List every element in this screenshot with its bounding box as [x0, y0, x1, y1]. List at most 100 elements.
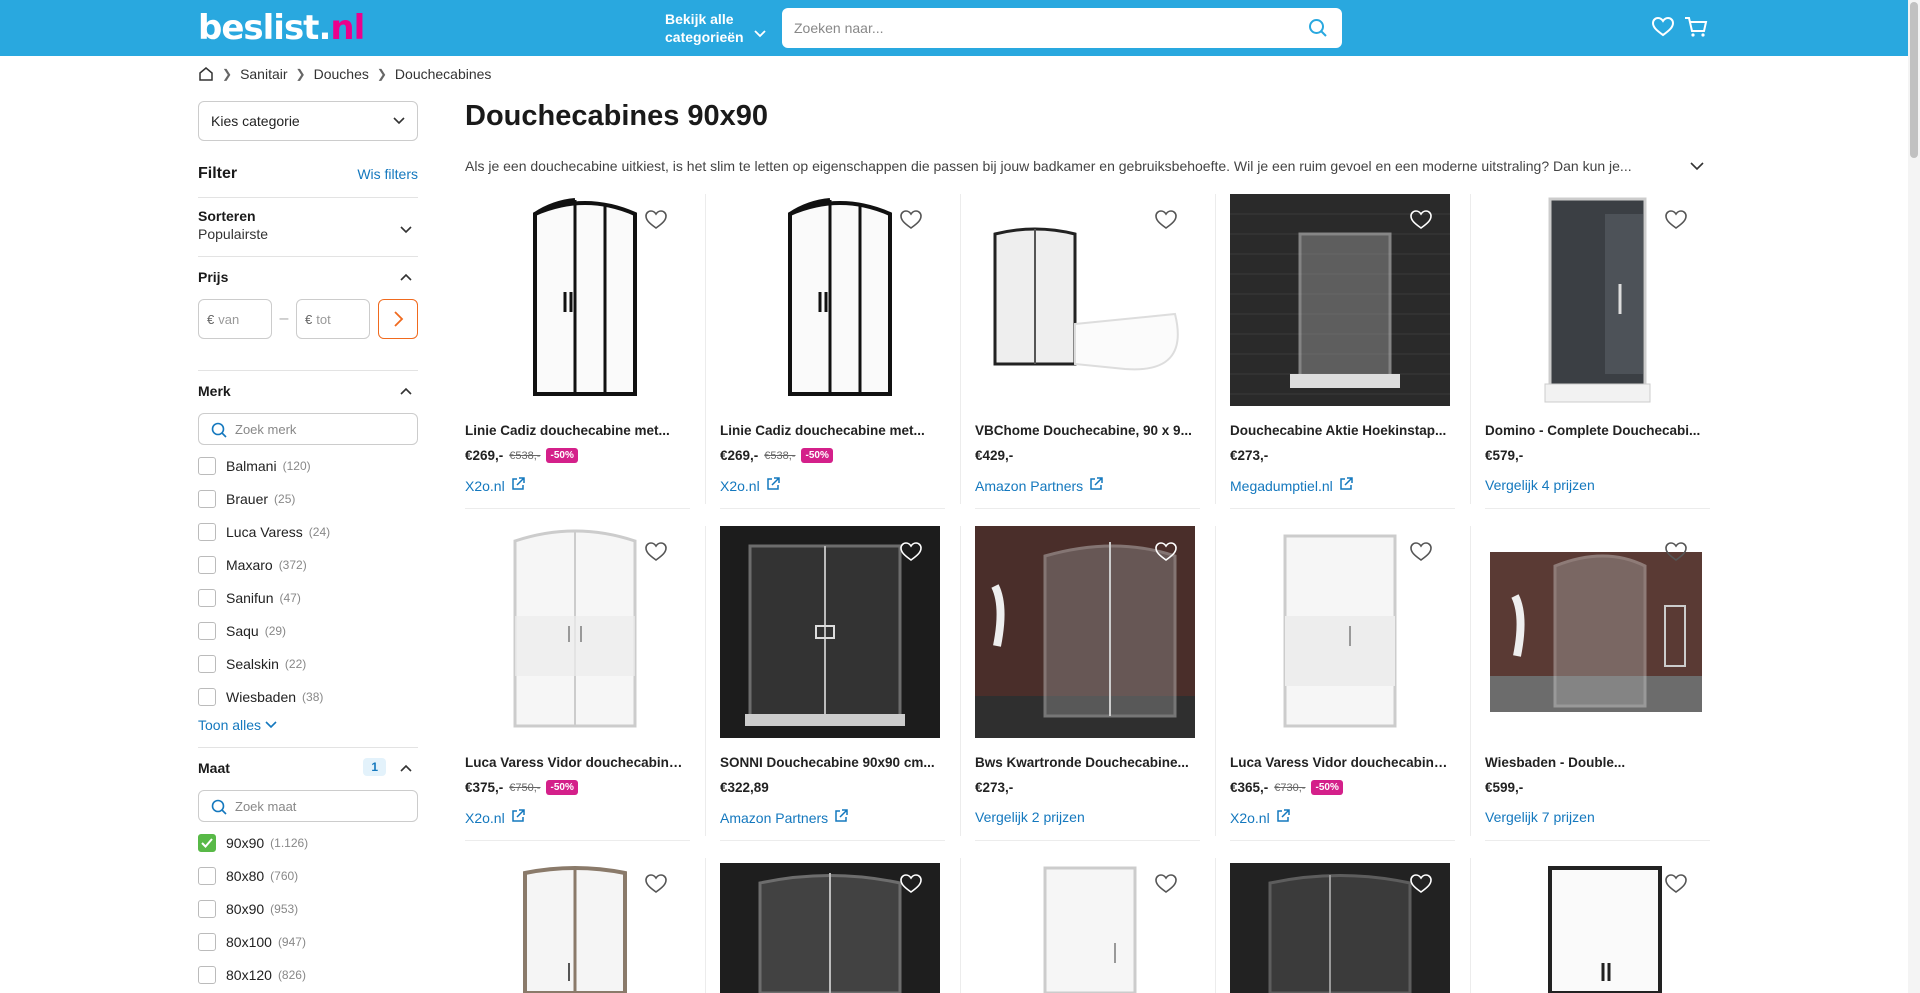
favorite-heart-icon[interactable] — [1155, 210, 1177, 235]
price-title[interactable]: Prijs — [198, 257, 418, 285]
brand-search-input[interactable]: Zoek merk — [198, 413, 418, 445]
brand-option[interactable]: Saqu (29) — [198, 614, 418, 647]
sort-section[interactable]: Sorteren Populairste — [198, 197, 418, 242]
favorite-heart-icon[interactable] — [900, 542, 922, 567]
product-title[interactable]: Domino - Complete Douchecabi... — [1485, 423, 1705, 438]
size-option[interactable]: 80x90 (953) — [198, 892, 418, 925]
clear-filters-link[interactable]: Wis filters — [357, 166, 418, 182]
product-card[interactable]: Wiesbaden - Double... €599,- Vergelijk 7… — [1485, 526, 1705, 842]
favorite-heart-icon[interactable] — [1665, 210, 1687, 235]
product-title[interactable]: Bws Kwartronde Douchecabine... — [975, 755, 1195, 770]
shop-link[interactable]: Megadumptiel.nl — [1230, 477, 1353, 494]
brand-option[interactable]: Maxaro (372) — [198, 548, 418, 581]
brand-title[interactable]: Merk — [198, 371, 418, 399]
product-card[interactable] — [720, 858, 940, 993]
product-card[interactable]: Luca Varess Vidor douchecabine... €365,-… — [1230, 526, 1450, 842]
chevron-up-icon[interactable] — [400, 273, 412, 281]
size-option[interactable]: 80x80 (760) — [198, 859, 418, 892]
product-title[interactable]: Linie Cadiz douchecabine met... — [465, 423, 685, 438]
favorite-heart-icon[interactable] — [1665, 542, 1687, 567]
breadcrumb-sanitair[interactable]: Sanitair — [240, 66, 287, 82]
favorite-heart-icon[interactable] — [1155, 542, 1177, 567]
favorite-heart-icon[interactable] — [1410, 874, 1432, 899]
favorite-heart-icon[interactable] — [645, 210, 667, 235]
product-title[interactable]: Linie Cadiz douchecabine met... — [720, 423, 940, 438]
favorite-heart-icon[interactable] — [900, 874, 922, 899]
shop-link[interactable]: Vergelijk 2 prijzen — [975, 809, 1085, 825]
checkbox[interactable] — [198, 654, 216, 673]
product-card[interactable] — [465, 858, 685, 993]
favorite-heart-icon[interactable] — [645, 542, 667, 567]
brand-option[interactable]: Luca Varess (24) — [198, 515, 418, 548]
page-scrollbar[interactable] — [1908, 0, 1920, 993]
favorite-heart-icon[interactable] — [1665, 874, 1687, 899]
breadcrumb-douches[interactable]: Douches — [314, 66, 369, 82]
shop-link[interactable]: Vergelijk 7 prijzen — [1485, 809, 1595, 825]
search-input[interactable] — [794, 8, 1294, 48]
product-title[interactable]: VBChome Douchecabine, 90 x 9... — [975, 423, 1195, 438]
favorite-heart-icon[interactable] — [645, 874, 667, 899]
checkbox[interactable] — [198, 932, 216, 951]
checkbox[interactable] — [198, 965, 216, 984]
breadcrumb-douchecabines[interactable]: Douchecabines — [395, 66, 492, 82]
product-card[interactable]: Linie Cadiz douchecabine met... €269,- €… — [465, 194, 685, 510]
price-to-input[interactable]: € tot — [296, 299, 370, 339]
beslist-logo[interactable]: beslist.nl — [198, 8, 365, 48]
search-icon[interactable] — [1308, 18, 1328, 38]
product-card[interactable]: Douchecabine Aktie Hoekinstap... €273,- … — [1230, 194, 1450, 510]
product-card[interactable] — [1485, 858, 1705, 993]
expand-intro-chevron-icon[interactable] — [1690, 161, 1704, 171]
product-title[interactable]: SONNI Douchecabine 90x90 cm... — [720, 755, 940, 770]
checkbox-checked[interactable] — [198, 833, 216, 852]
checkbox[interactable] — [198, 687, 216, 706]
home-icon[interactable] — [198, 66, 214, 82]
product-card[interactable] — [975, 858, 1195, 993]
checkbox[interactable] — [198, 899, 216, 918]
size-option[interactable]: 80x100 (947) — [198, 925, 418, 958]
shop-link[interactable]: X2o.nl — [720, 477, 780, 494]
shop-link[interactable]: Amazon Partners — [975, 477, 1103, 494]
product-card[interactable]: VBChome Douchecabine, 90 x 9... €429,- A… — [975, 194, 1195, 510]
price-apply-button[interactable] — [378, 299, 418, 339]
shop-link[interactable]: Amazon Partners — [720, 809, 848, 826]
favorite-heart-icon[interactable] — [1155, 874, 1177, 899]
shop-link[interactable]: X2o.nl — [465, 809, 525, 826]
brand-option[interactable]: Sealskin (22) — [198, 647, 418, 680]
favorite-heart-icon[interactable] — [900, 210, 922, 235]
product-title[interactable]: Douchecabine Aktie Hoekinstap... — [1230, 423, 1450, 438]
checkbox[interactable] — [198, 489, 216, 508]
product-card[interactable] — [1230, 858, 1450, 993]
size-search-input[interactable]: Zoek maat — [198, 790, 418, 822]
brand-option[interactable]: Balmani (120) — [198, 449, 418, 482]
favorite-heart-icon[interactable] — [1410, 210, 1432, 235]
checkbox[interactable] — [198, 522, 216, 541]
product-card[interactable]: Bws Kwartronde Douchecabine... €273,- Ve… — [975, 526, 1195, 842]
shop-link[interactable]: Vergelijk 4 prijzen — [1485, 477, 1595, 493]
product-card[interactable]: Domino - Complete Douchecabi... €579,- V… — [1485, 194, 1705, 510]
checkbox[interactable] — [198, 621, 216, 640]
checkbox[interactable] — [198, 866, 216, 885]
chevron-up-icon[interactable] — [400, 387, 412, 395]
brand-option[interactable]: Brauer (25) — [198, 482, 418, 515]
brand-option[interactable]: Wiesbaden (38) — [198, 680, 418, 713]
brand-option[interactable]: Sanifun (47) — [198, 581, 418, 614]
show-all-brands-link[interactable]: Toon alles — [198, 717, 418, 733]
product-title[interactable]: Luca Varess Vidor douchecabine... — [1230, 755, 1450, 770]
shop-link[interactable]: X2o.nl — [1230, 809, 1290, 826]
product-card[interactable]: Luca Varess Vidor douchecabine... €375,-… — [465, 526, 685, 842]
checkbox[interactable] — [198, 456, 216, 475]
all-categories-button[interactable]: Bekijk alle categorieën — [665, 10, 766, 46]
size-option[interactable]: 90x90 (1.126) — [198, 826, 418, 859]
product-title[interactable]: Luca Varess Vidor douchecabine... — [465, 755, 685, 770]
shop-link[interactable]: X2o.nl — [465, 477, 525, 494]
favorite-heart-icon[interactable] — [1410, 542, 1432, 567]
product-card[interactable]: SONNI Douchecabine 90x90 cm... €322,89 A… — [720, 526, 940, 842]
size-option[interactable]: 80x120 (826) — [198, 958, 418, 991]
scrollbar-thumb[interactable] — [1910, 2, 1918, 158]
favorites-heart-icon[interactable] — [1652, 17, 1674, 37]
chevron-up-icon[interactable] — [400, 764, 412, 772]
checkbox[interactable] — [198, 588, 216, 607]
price-from-input[interactable]: € van — [198, 299, 272, 339]
category-select[interactable]: Kies categorie — [198, 101, 418, 141]
product-card[interactable]: Linie Cadiz douchecabine met... €269,- €… — [720, 194, 940, 510]
